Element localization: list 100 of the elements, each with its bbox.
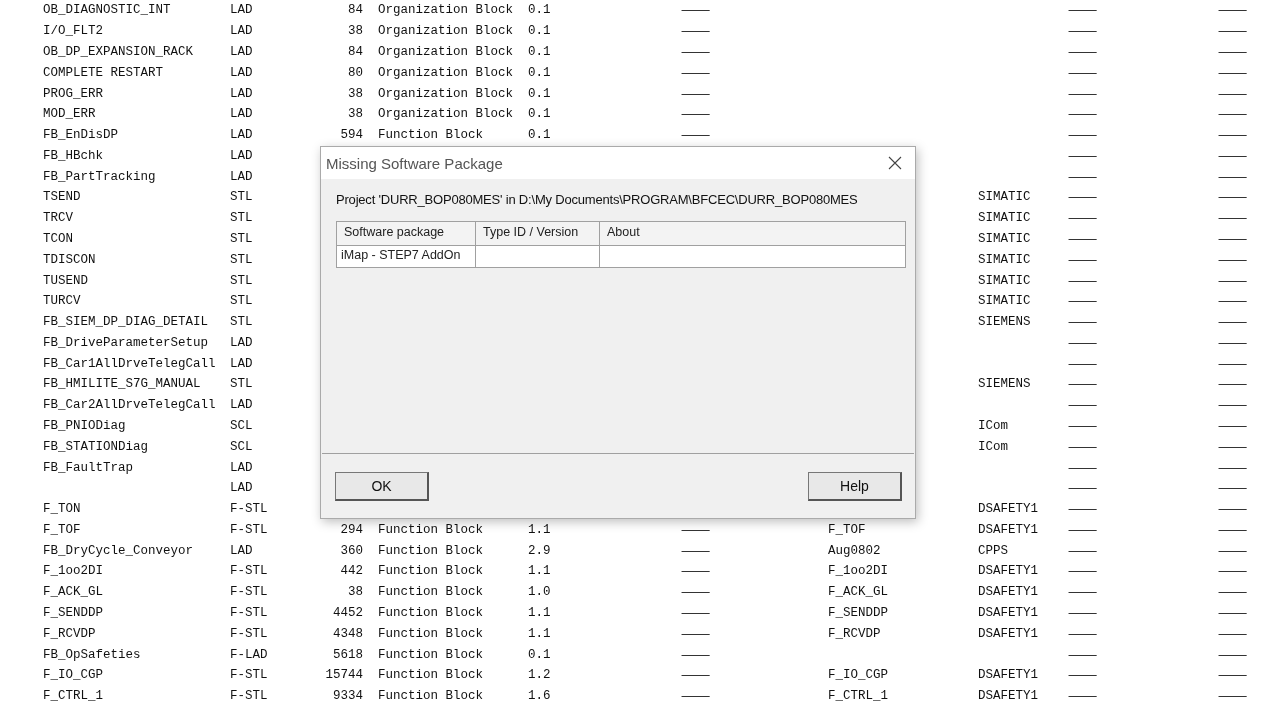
table-cell: — — [1067, 251, 1099, 267]
table-cell: — — [1217, 168, 1249, 184]
dialog-title: Missing Software Package — [326, 154, 503, 172]
column-header: Software package — [337, 222, 476, 245]
table-cell: LAD — [230, 128, 253, 143]
table-cell: — — [1067, 667, 1099, 683]
table-cell: — — [1067, 501, 1099, 517]
dialog-button[interactable]: OK — [335, 471, 429, 501]
table-cell: — — [1067, 85, 1099, 101]
table-cell: — — [1217, 231, 1249, 246]
table-cell: FB_SIEM_DP_DIAG_DETAIL — [43, 315, 209, 330]
table-cell: — — [1067, 438, 1099, 454]
table-cell: 38 — [348, 86, 363, 101]
table-cell: Function Block — [378, 626, 484, 641]
table-cell: — — [1217, 355, 1249, 371]
table-cell: Organization Block — [378, 107, 514, 122]
table-cell: — — [1217, 584, 1249, 600]
table-cell: — — [1217, 480, 1249, 496]
table-cell: Function Block — [378, 564, 484, 579]
table-cell: LAD — [230, 398, 253, 413]
table-cell: — — [1217, 314, 1249, 330]
table-cell: SCL — [230, 439, 253, 454]
table-cell: — — [1217, 438, 1249, 454]
table-cell: — — [1067, 459, 1099, 475]
table-cell: — — [1217, 625, 1249, 641]
table-cell: TSEND — [43, 190, 81, 205]
table-cell: SIMATIC — [978, 232, 1031, 246]
table-cell: — — [1217, 397, 1249, 413]
table-cell: 0.1 — [528, 24, 551, 39]
table-cell: 1.1 — [528, 564, 551, 579]
table-cell: 0.1 — [528, 107, 551, 122]
table-cell: — — [680, 106, 712, 122]
table-cell: FB_FaultTrap — [43, 460, 133, 475]
table-cell: F-STL — [230, 522, 268, 537]
table-cell: — — [680, 667, 712, 683]
table-cell: F_SENDDP — [43, 606, 103, 621]
table-cell: — — [1067, 563, 1099, 579]
table-cell: Organization Block — [378, 24, 514, 39]
table-cell: 9334 — [333, 689, 363, 704]
table-cell: 1.1 — [528, 606, 551, 621]
table-cell: STL — [230, 315, 253, 330]
table-cell: FB_DriveParameterSetup — [43, 335, 209, 350]
table-cell: — — [1067, 168, 1099, 184]
table-cell: 4348 — [333, 626, 363, 641]
table-cell: SIMATIC — [978, 273, 1031, 288]
table-cell: DSAFETY1 — [978, 522, 1038, 537]
table-cell: — — [1067, 314, 1099, 330]
table-cell: 1.1 — [528, 522, 551, 537]
table-cell: F-STL — [230, 668, 268, 683]
table-cell: — — [1217, 127, 1249, 143]
table-cell: — — [1067, 584, 1099, 600]
table-cell: FB_OpSafeties — [43, 647, 141, 662]
table-cell: — — [1217, 667, 1249, 683]
table-cell: 1.6 — [528, 689, 551, 704]
table-cell: F-STL — [230, 626, 268, 641]
table-cell: FB_HMILITE_S7G_MANUAL — [43, 377, 201, 392]
table-cell: F-STL — [230, 502, 268, 517]
table-cell: Function Block — [378, 689, 484, 704]
table-cell: F-LAD — [230, 647, 268, 662]
table-cell: — — [680, 688, 712, 704]
table-cell: DSAFETY1 — [978, 502, 1038, 517]
table-cell: FB_HBchk — [43, 148, 103, 163]
table-cell: F_CTRL_1 — [43, 689, 103, 704]
table-cell: — — [1067, 376, 1099, 392]
table-cell: — — [1067, 147, 1099, 163]
table-cell: F_ACK_GL — [828, 585, 888, 600]
table-cell: STL — [230, 294, 253, 309]
table-cell: F_RCVDP — [828, 626, 881, 641]
table-cell: LAD — [230, 481, 253, 496]
table-cell: LAD — [230, 335, 253, 350]
table-cell: Organization Block — [378, 86, 514, 101]
table-cell: — — [1067, 418, 1099, 433]
table-cell: — — [1067, 210, 1099, 226]
table-cell: — — [1067, 293, 1099, 309]
table-cell: FB_DryCycle_Conveyor — [43, 543, 194, 558]
table-cell: — — [1217, 2, 1249, 18]
table-cell: SIEMENS — [978, 377, 1031, 392]
table-cell: DSAFETY1 — [978, 668, 1038, 683]
table-cell: — — [1067, 2, 1099, 18]
table-cell: — — [1067, 480, 1099, 496]
table-cell: 84 — [348, 3, 363, 18]
table-cell: — — [1217, 147, 1249, 163]
close-icon[interactable] — [888, 156, 902, 170]
table-cell: — — [1217, 563, 1249, 579]
table-cell: — — [1067, 189, 1099, 205]
table-cell: — — [1217, 23, 1249, 39]
table-cell: F-STL — [230, 564, 268, 579]
table-cell: Function Block — [378, 522, 484, 537]
table-cell: FB_Car2AllDrveTelegCall — [43, 398, 216, 413]
table-cell: F_SENDDP — [828, 606, 888, 621]
table-cell: — — [1217, 251, 1249, 267]
table-cell: FB_PartTracking — [43, 169, 156, 184]
dialog-button[interactable]: Help — [808, 471, 902, 501]
table-cell: TDISCON — [43, 252, 96, 267]
table-cell: — — [1217, 189, 1249, 205]
table-cell: Function Block — [378, 606, 484, 621]
table-cell: — — [1067, 625, 1099, 641]
table-cell: Function Block — [378, 128, 484, 143]
table-cell: SCL — [230, 419, 253, 433]
table-cell: — — [1217, 64, 1249, 80]
